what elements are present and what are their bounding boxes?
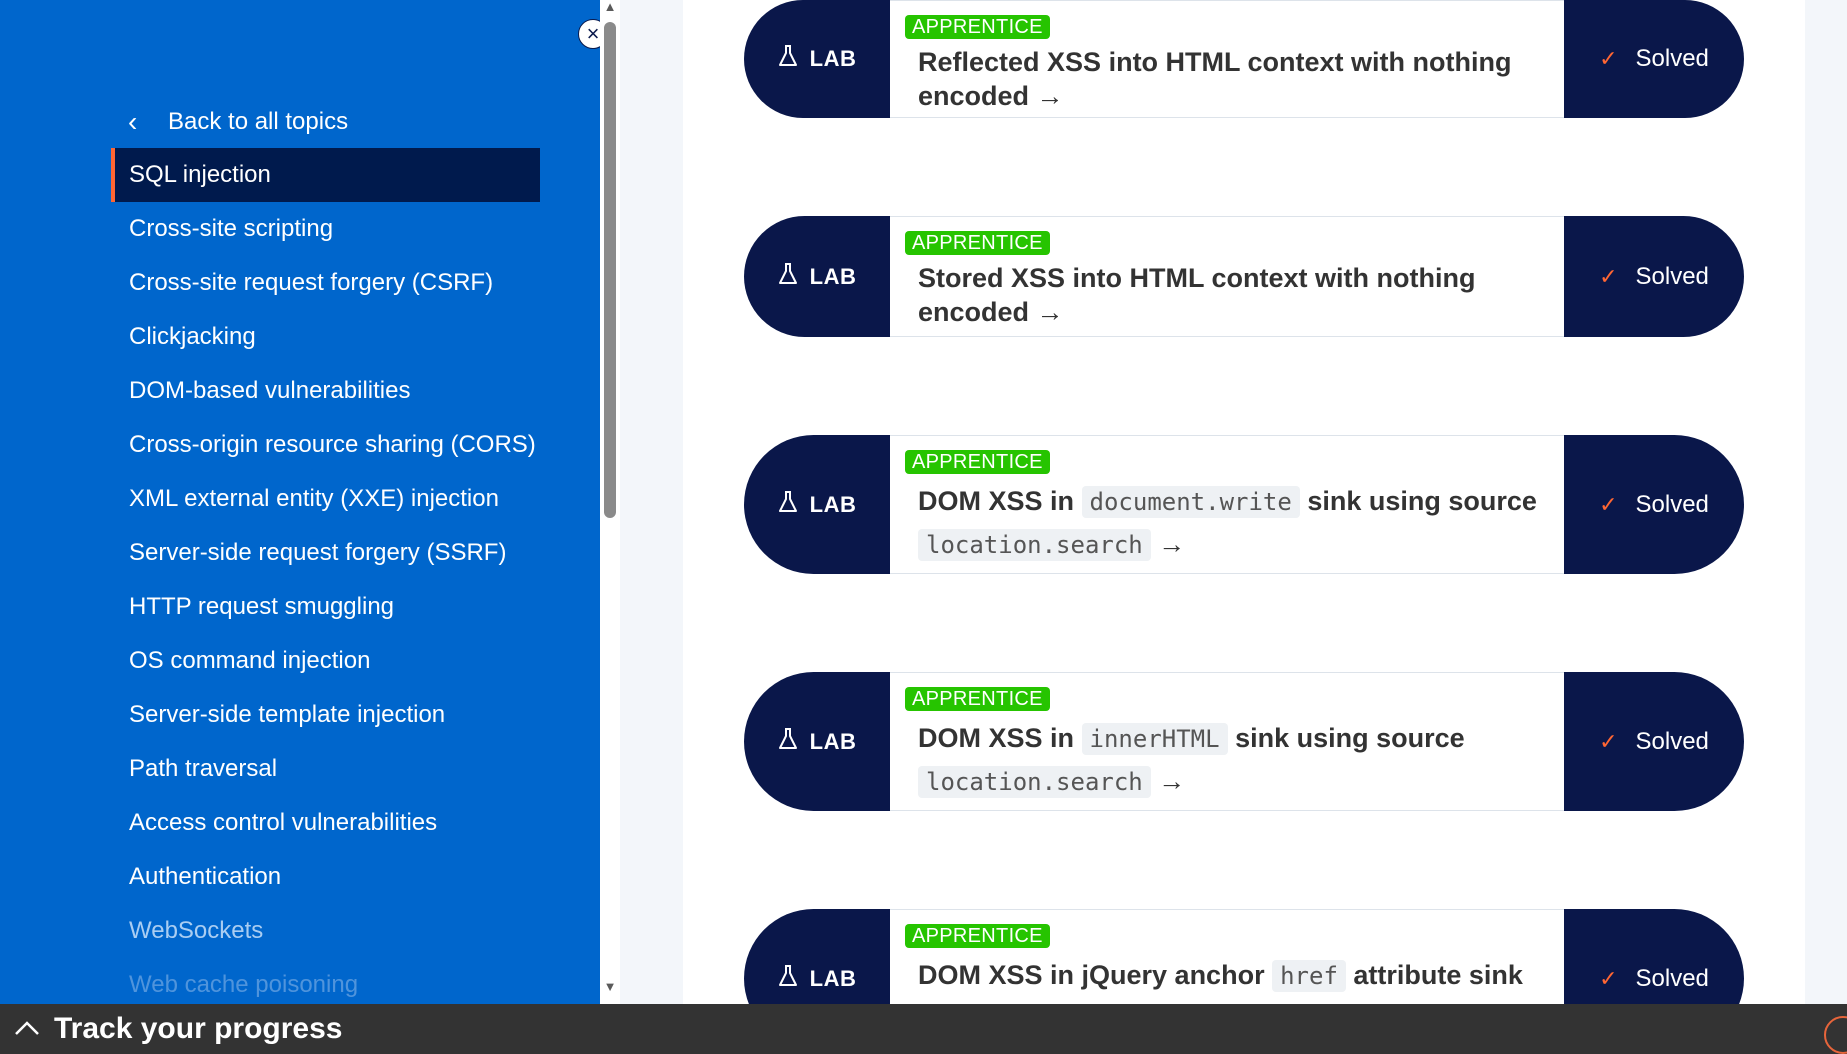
check-icon: ✓: [1599, 263, 1618, 289]
chevron-left-icon: ‹: [128, 106, 138, 137]
topics-sidebar: ‹ Back to all topics SQL injection Cross…: [0, 0, 600, 1004]
solved-status[interactable]: ✓ Solved: [1564, 216, 1744, 337]
flask-icon: [778, 490, 798, 520]
arrow-right-icon: →: [1158, 766, 1186, 796]
track-progress-label[interactable]: Track your progress: [54, 1012, 342, 1046]
sidebar-item-web-cache-poisoning[interactable]: Web cache poisoning: [111, 958, 540, 1004]
check-icon: ✓: [1599, 728, 1618, 754]
close-icon: ×: [586, 21, 600, 46]
progress-ring-icon[interactable]: [1824, 1016, 1847, 1054]
lab-card: LAB APPRENTICE DOM XSS in document.write…: [744, 435, 1744, 574]
track-progress-bar[interactable]: Track your progress: [0, 1004, 1847, 1054]
lab-title-link[interactable]: DOM XSS in document.write sink using sou…: [918, 480, 1544, 566]
sidebar-item-csrf[interactable]: Cross-site request forgery (CSRF): [111, 256, 540, 310]
solved-status[interactable]: ✓ Solved: [1564, 672, 1744, 811]
sidebar-scrollbar[interactable]: ▲ ▼: [600, 0, 620, 1004]
lab-card: LAB APPRENTICE Stored XSS into HTML cont…: [744, 216, 1744, 337]
check-icon: ✓: [1599, 46, 1618, 71]
scroll-thumb[interactable]: [604, 22, 616, 518]
arrow-right-icon: →: [1036, 297, 1064, 327]
lab-title-link[interactable]: Reflected XSS into HTML context with not…: [918, 45, 1544, 113]
sidebar-item-xxe[interactable]: XML external entity (XXE) injection: [111, 472, 540, 526]
solved-status[interactable]: ✓ Solved: [1564, 0, 1744, 118]
code-snippet: innerHTML: [1081, 723, 1228, 755]
sidebar-item-cors[interactable]: Cross-origin resource sharing (CORS): [111, 418, 540, 472]
lab-tag: LAB: [744, 216, 890, 337]
lab-card: LAB APPRENTICE DOM XSS in innerHTML sink…: [744, 672, 1744, 811]
scroll-down-arrow-icon[interactable]: ▼: [603, 980, 617, 994]
check-icon: ✓: [1599, 491, 1618, 517]
code-snippet: document.write: [1081, 486, 1300, 518]
level-badge: APPRENTICE: [905, 15, 1050, 39]
lab-tag: LAB: [744, 435, 890, 574]
sidebar-item-access-control[interactable]: Access control vulnerabilities: [111, 796, 540, 850]
topics-nav: SQL injection Cross-site scripting Cross…: [111, 148, 540, 1004]
level-badge: APPRENTICE: [905, 231, 1050, 255]
sidebar-item-cross-site-scripting[interactable]: Cross-site scripting: [111, 202, 540, 256]
solved-status[interactable]: ✓ Solved: [1564, 435, 1744, 574]
lab-content: APPRENTICE DOM XSS in document.write sin…: [890, 435, 1564, 574]
sidebar-item-ssrf[interactable]: Server-side request forgery (SSRF): [111, 526, 540, 580]
back-to-all-topics-link[interactable]: ‹ Back to all topics: [128, 104, 348, 140]
lab-tag: LAB: [744, 0, 890, 118]
arrow-right-icon: →: [1158, 529, 1186, 559]
close-sidebar-button[interactable]: ×: [578, 19, 600, 49]
sidebar-item-sql-injection[interactable]: SQL injection: [111, 148, 540, 202]
flask-icon: [778, 44, 798, 74]
sidebar-item-request-smuggling[interactable]: HTTP request smuggling: [111, 580, 540, 634]
flask-icon: [778, 727, 798, 757]
sidebar-item-websockets[interactable]: WebSockets: [111, 904, 540, 958]
chevron-up-icon[interactable]: [14, 1016, 40, 1042]
sidebar-item-authentication[interactable]: Authentication: [111, 850, 540, 904]
lab-tag: LAB: [744, 672, 890, 811]
scroll-up-arrow-icon[interactable]: ▲: [603, 0, 617, 14]
sidebar-item-os-command-injection[interactable]: OS command injection: [111, 634, 540, 688]
lab-content: APPRENTICE Reflected XSS into HTML conte…: [890, 0, 1564, 118]
sidebar-item-path-traversal[interactable]: Path traversal: [111, 742, 540, 796]
lab-content: APPRENTICE DOM XSS in innerHTML sink usi…: [890, 672, 1564, 811]
code-snippet: href: [1272, 960, 1346, 992]
sidebar-item-dom-based[interactable]: DOM-based vulnerabilities: [111, 364, 540, 418]
check-icon: ✓: [1599, 965, 1618, 991]
lab-card: LAB APPRENTICE Reflected XSS into HTML c…: [744, 0, 1744, 118]
flask-icon: [778, 964, 798, 994]
sidebar-item-clickjacking[interactable]: Clickjacking: [111, 310, 540, 364]
level-badge: APPRENTICE: [905, 450, 1050, 474]
sidebar-item-ssti[interactable]: Server-side template injection: [111, 688, 540, 742]
code-snippet: location.search: [918, 766, 1151, 798]
level-badge: APPRENTICE: [905, 687, 1050, 711]
lab-content: APPRENTICE Stored XSS into HTML context …: [890, 216, 1564, 337]
lab-title-link[interactable]: DOM XSS in innerHTML sink using source l…: [918, 717, 1544, 803]
arrow-right-icon: →: [1036, 81, 1064, 111]
back-link-label: Back to all topics: [168, 108, 349, 135]
lab-title-link[interactable]: DOM XSS in jQuery anchor href attribute …: [918, 954, 1544, 997]
lab-title-link[interactable]: Stored XSS into HTML context with nothin…: [918, 261, 1544, 329]
code-snippet: location.search: [918, 529, 1151, 561]
flask-icon: [778, 262, 798, 292]
level-badge: APPRENTICE: [905, 924, 1050, 948]
